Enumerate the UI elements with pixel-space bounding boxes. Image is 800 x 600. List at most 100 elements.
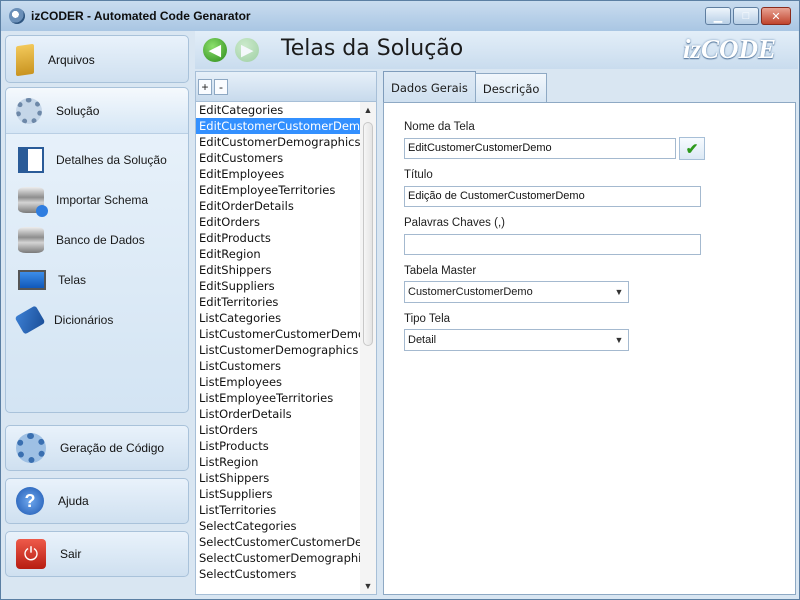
sidebar-item-label: Banco de Dados	[56, 233, 145, 247]
list-item[interactable]: ListOrders	[196, 422, 360, 438]
tabela-label: Tabela Master	[404, 265, 477, 277]
sidebar-item-detalhes[interactable]: Detalhes da Solução	[6, 140, 188, 180]
screens-list-panel: + - EditCategories EditCustomerCustomerDe…	[195, 71, 377, 595]
nav-sair-label: Sair	[60, 547, 82, 561]
power-icon: ⏻	[16, 539, 46, 569]
add-screen-button[interactable]: +	[198, 78, 212, 95]
details-window-icon	[18, 147, 44, 173]
list-item[interactable]: ListEmployees	[196, 374, 360, 390]
list-item[interactable]: EditEmployeeTerritories	[196, 182, 360, 198]
list-item[interactable]: EditSuppliers	[196, 278, 360, 294]
list-item[interactable]: SelectCustomerCustomerDemo	[196, 534, 360, 550]
list-item[interactable]: ListCustomers	[196, 358, 360, 374]
list-item[interactable]: EditTerritories	[196, 294, 360, 310]
confirm-check-icon[interactable]: ✔	[679, 137, 705, 160]
import-database-icon	[18, 187, 48, 217]
palavras-field[interactable]	[404, 234, 701, 255]
list-item[interactable]: EditShippers	[196, 262, 360, 278]
monitor-icon	[18, 270, 46, 290]
page-title: Telas da Solução	[281, 36, 464, 61]
list-item[interactable]: EditCustomerCustomerDemo	[196, 118, 360, 134]
window-title: izCODER - Automated Code Genarator	[31, 9, 251, 23]
dropdown-arrow-icon[interactable]: ▼	[610, 330, 628, 350]
sidebar-item-banco[interactable]: Banco de Dados	[6, 220, 188, 260]
tab-strip: Dados Gerais Descrição	[383, 71, 548, 103]
list-item[interactable]: ListProducts	[196, 438, 360, 454]
nav-ajuda[interactable]: ? Ajuda	[5, 478, 189, 524]
scroll-up-icon[interactable]: ▲	[360, 102, 376, 118]
list-item[interactable]: EditOrders	[196, 214, 360, 230]
tabela-master-select[interactable]: CustomerCustomerDemo ▼	[404, 281, 629, 303]
palavras-label: Palavras Chaves (,)	[404, 217, 505, 229]
database-icon	[18, 227, 44, 253]
folder-icon	[16, 43, 34, 77]
list-item[interactable]: SelectCustomers	[196, 566, 360, 582]
sidebar-item-importar[interactable]: Importar Schema	[6, 180, 188, 220]
tipo-value: Detail	[408, 334, 437, 346]
remove-screen-button[interactable]: -	[214, 78, 228, 95]
solution-gear-icon	[16, 97, 42, 124]
app-window: izCODER - Automated Code Genarator ▁ □ ✕…	[0, 0, 800, 600]
nav-arquivos-label: Arquivos	[48, 53, 95, 67]
nome-field[interactable]: EditCustomerCustomerDemo	[404, 138, 676, 159]
tabela-value: CustomerCustomerDemo	[408, 286, 533, 298]
tipo-tela-select[interactable]: Detail ▼	[404, 329, 629, 351]
list-item[interactable]: EditCategories	[196, 102, 360, 118]
list-scrollbar[interactable]: ▲ ▼	[360, 102, 376, 594]
nav-sair[interactable]: ⏻ Sair	[5, 531, 189, 577]
list-item[interactable]: ListSuppliers	[196, 486, 360, 502]
list-item[interactable]: EditRegion	[196, 246, 360, 262]
list-item[interactable]: EditOrderDetails	[196, 198, 360, 214]
scroll-thumb[interactable]	[363, 122, 373, 346]
help-icon: ?	[16, 487, 44, 515]
list-item[interactable]: EditCustomerDemographics	[196, 134, 360, 150]
list-item[interactable]: EditEmployees	[196, 166, 360, 182]
minimize-button[interactable]: ▁	[705, 7, 731, 25]
nav-solucao-panel: Solução Detalhes da Solução Importar Sch…	[5, 87, 189, 413]
nav-arquivos[interactable]: Arquivos	[5, 35, 189, 83]
page-header: ◀ ▶ Telas da Solução izCODE	[195, 31, 798, 69]
nav-solucao-label: Solução	[56, 103, 100, 118]
sidebar-item-dicionarios[interactable]: Dicionários	[6, 300, 188, 340]
app-logo-icon	[9, 8, 25, 24]
back-arrow-icon[interactable]: ◀	[203, 38, 227, 62]
tipo-label: Tipo Tela	[404, 313, 451, 325]
screens-list[interactable]: EditCategories EditCustomerCustomerDemo Ed…	[196, 102, 360, 594]
code-generation-gears-icon	[16, 433, 46, 463]
sidebar-item-label: Telas	[58, 273, 87, 287]
list-item[interactable]: ListTerritories	[196, 502, 360, 518]
scroll-down-icon[interactable]: ▼	[360, 578, 376, 594]
sidebar-item-telas[interactable]: Telas	[6, 260, 188, 300]
book-icon	[14, 305, 46, 335]
list-item[interactable]: ListOrderDetails	[196, 406, 360, 422]
list-item[interactable]: EditCustomers	[196, 150, 360, 166]
list-item[interactable]: ListShippers	[196, 470, 360, 486]
close-button[interactable]: ✕	[761, 7, 791, 25]
list-item[interactable]: SelectCustomerDemographics	[196, 550, 360, 566]
titulo-label: Título	[404, 169, 433, 181]
list-item[interactable]: ListCategories	[196, 310, 360, 326]
list-item[interactable]: ListEmployeeTerritories	[196, 390, 360, 406]
dropdown-arrow-icon[interactable]: ▼	[610, 282, 628, 302]
maximize-button[interactable]: □	[733, 7, 759, 25]
tab-dados-gerais[interactable]: Dados Gerais	[383, 71, 476, 103]
list-item[interactable]: ListCustomerDemographics	[196, 342, 360, 358]
list-item[interactable]: EditProducts	[196, 230, 360, 246]
sidebar-item-label: Detalhes da Solução	[56, 153, 167, 167]
list-toolbar: + -	[196, 72, 376, 102]
nav-geracao-label: Geração de Código	[60, 441, 165, 455]
nav-solucao[interactable]: Solução	[6, 88, 188, 134]
detail-panel: Dados Gerais Descrição Nome da Tela Edit…	[383, 71, 796, 595]
list-item[interactable]: SelectCategories	[196, 518, 360, 534]
sidebar-item-label: Dicionários	[54, 313, 114, 327]
brand-logo: izCODE	[682, 34, 776, 64]
nav-geracao[interactable]: Geração de Código	[5, 425, 189, 471]
titulo-field[interactable]: Edição de CustomerCustomerDemo	[404, 186, 701, 207]
main-content: ◀ ▶ Telas da Solução izCODE + - EditCate…	[195, 31, 798, 597]
forward-arrow-icon[interactable]: ▶	[235, 38, 259, 62]
nav-ajuda-label: Ajuda	[58, 494, 89, 508]
nome-label: Nome da Tela	[404, 121, 475, 133]
tab-descricao[interactable]: Descrição	[474, 73, 548, 103]
list-item[interactable]: ListCustomerCustomerDemo	[196, 326, 360, 342]
list-item[interactable]: ListRegion	[196, 454, 360, 470]
